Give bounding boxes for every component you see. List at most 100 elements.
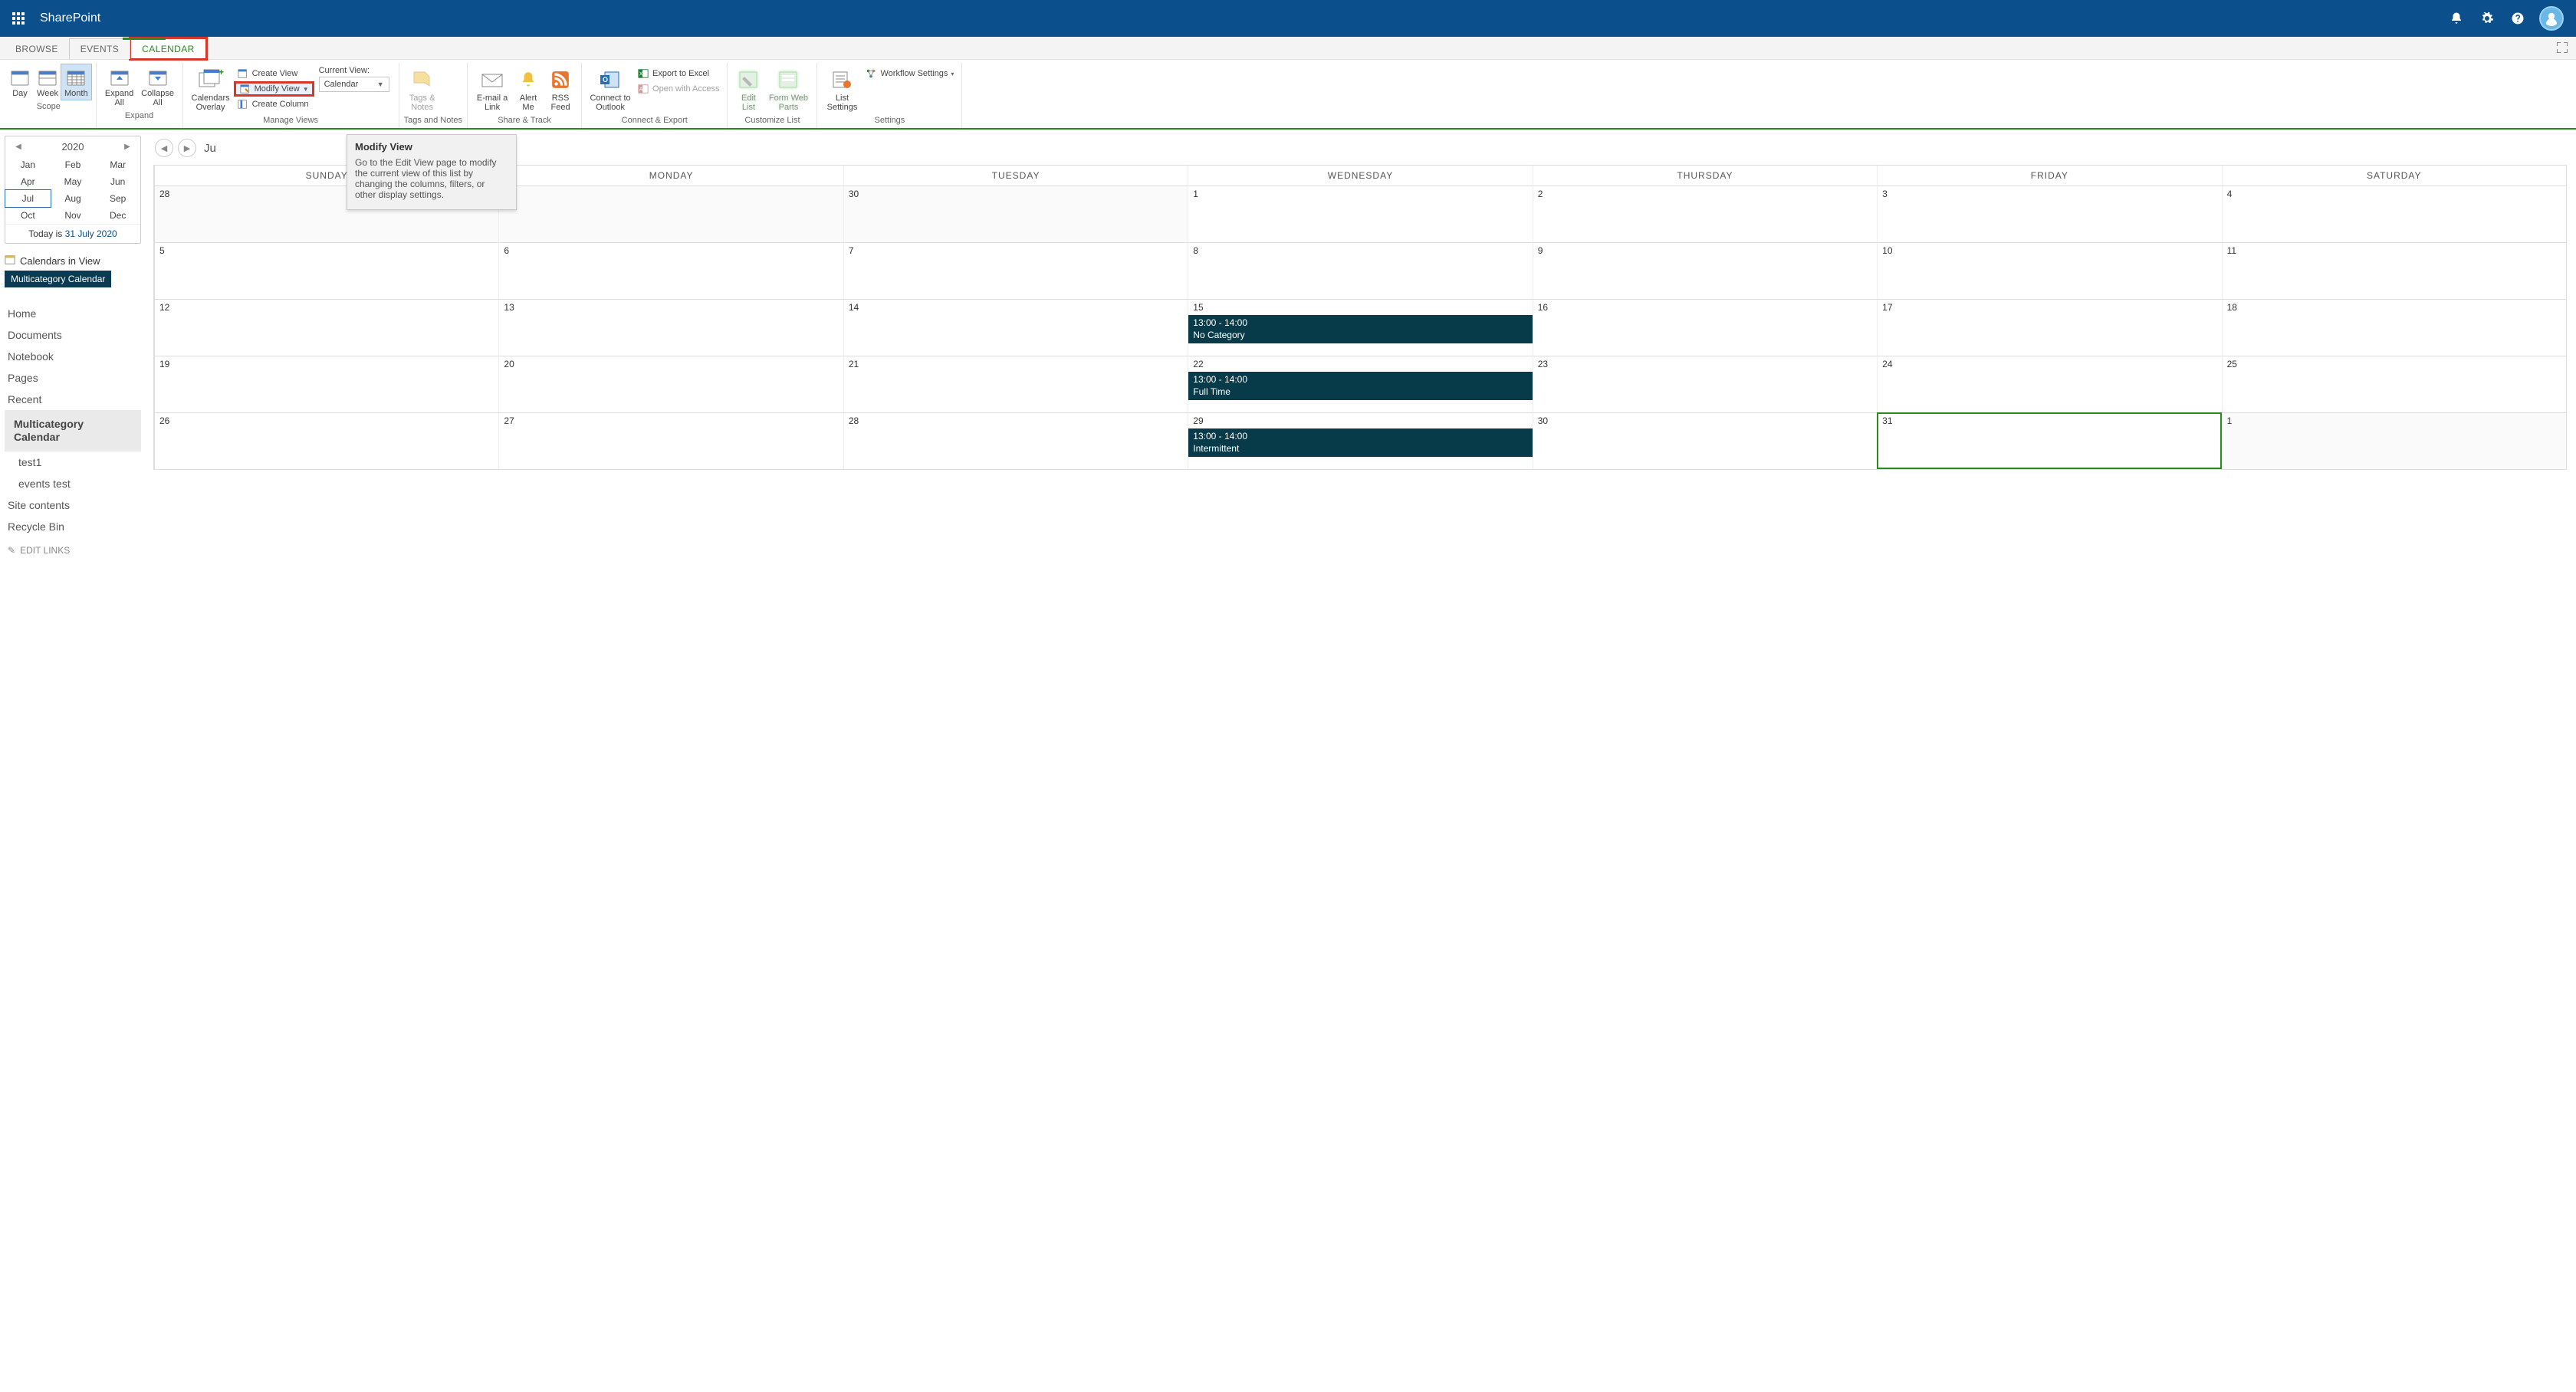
list-settings-button[interactable]: List Settings — [822, 64, 862, 113]
calendars-overlay-button[interactable]: + Calendars Overlay — [188, 64, 234, 113]
minical-month-sep[interactable]: Sep — [95, 190, 140, 207]
nav-notebook[interactable]: Notebook — [5, 346, 141, 367]
minical-next-button[interactable]: ▶ — [120, 140, 134, 153]
calendar-cell[interactable]: 23 — [1533, 356, 1877, 412]
nav-site-contents[interactable]: Site contents — [5, 494, 141, 516]
calendar-cell[interactable]: 27 — [498, 412, 843, 469]
svg-text:O: O — [603, 76, 608, 84]
expand-all-button[interactable]: Expand All — [101, 64, 138, 109]
modify-view-button[interactable]: Modify View ▼ — [234, 81, 314, 97]
calendar-cell[interactable]: 4 — [2222, 185, 2566, 242]
calendar-event[interactable]: 13:00 - 14:00Full Time — [1188, 372, 1532, 400]
calendar-cell[interactable]: 26 — [154, 412, 498, 469]
scope-week-button[interactable]: Week — [34, 64, 61, 100]
create-view-button[interactable]: Create View — [234, 66, 314, 81]
workflow-settings-button[interactable]: Workflow Settings ▾ — [862, 66, 957, 81]
calendar-cell[interactable]: 24 — [1877, 356, 2221, 412]
focus-content-icon[interactable] — [2556, 41, 2568, 54]
calendar-cell[interactable]: 19 — [154, 356, 498, 412]
day-number: 9 — [1538, 245, 1543, 256]
calendar-cell[interactable]: 29 — [498, 185, 843, 242]
collapse-all-button[interactable]: Collapse All — [138, 64, 178, 109]
calendar-cell[interactable]: 2213:00 - 14:00Full Time — [1188, 356, 1532, 412]
edit-links-button[interactable]: ✎EDIT LINKS — [5, 537, 141, 563]
connect-outlook-button[interactable]: O Connect to Outlook — [586, 64, 634, 113]
nav-documents[interactable]: Documents — [5, 324, 141, 346]
tags-notes-button[interactable]: Tags & Notes — [404, 64, 441, 113]
scope-day-button[interactable]: Day — [6, 64, 34, 100]
calendar-cell[interactable]: 21 — [843, 356, 1188, 412]
minical-month-may[interactable]: May — [51, 173, 96, 190]
tab-browse[interactable]: BROWSE — [5, 39, 69, 59]
help-icon[interactable] — [2502, 0, 2533, 37]
calendar-cell[interactable]: 31 — [1877, 412, 2221, 469]
minical-month-feb[interactable]: Feb — [51, 156, 96, 173]
nav-home[interactable]: Home — [5, 303, 141, 324]
calendar-cell[interactable]: 17 — [1877, 299, 2221, 356]
nav-pages[interactable]: Pages — [5, 367, 141, 389]
calendar-cell[interactable]: 12 — [154, 299, 498, 356]
calendar-cell[interactable]: 2 — [1533, 185, 1877, 242]
calendar-cell[interactable]: 13 — [498, 299, 843, 356]
calendar-cell[interactable]: 10 — [1877, 242, 2221, 299]
calendar-cell[interactable]: 18 — [2222, 299, 2566, 356]
calendar-cell[interactable]: 3 — [1877, 185, 2221, 242]
day-number: 31 — [1882, 415, 1892, 426]
create-column-button[interactable]: Create Column — [234, 97, 314, 112]
calendar-cell[interactable]: 30 — [1533, 412, 1877, 469]
gear-icon[interactable] — [2472, 0, 2502, 37]
minical-month-jan[interactable]: Jan — [5, 156, 51, 173]
minical-month-jul[interactable]: Jul — [5, 189, 51, 208]
minical-today[interactable]: Today is 31 July 2020 — [5, 224, 140, 243]
avatar[interactable] — [2539, 6, 2564, 31]
nav-events-test[interactable]: events test — [5, 473, 141, 494]
current-view-select[interactable]: Calendar ▼ — [319, 77, 389, 92]
export-excel-button[interactable]: X Export to Excel — [634, 66, 722, 81]
calendar-event[interactable]: 13:00 - 14:00No Category — [1188, 315, 1532, 343]
form-web-parts-button[interactable]: Form Web Parts — [764, 64, 812, 113]
minical-month-aug[interactable]: Aug — [51, 190, 96, 207]
cal-prev-button[interactable]: ◀ — [155, 139, 173, 157]
minical-month-nov[interactable]: Nov — [51, 207, 96, 224]
calendar-cell[interactable]: 9 — [1533, 242, 1877, 299]
minical-prev-button[interactable]: ◀ — [12, 140, 25, 153]
calendar-cell[interactable]: 2913:00 - 14:00Intermittent — [1188, 412, 1532, 469]
calendar-cell[interactable]: 8 — [1188, 242, 1532, 299]
scope-month-button[interactable]: Month — [61, 64, 91, 100]
calendar-cell[interactable]: 1513:00 - 14:00No Category — [1188, 299, 1532, 356]
email-link-button[interactable]: E-mail a Link — [472, 64, 512, 113]
rss-feed-button[interactable]: RSS Feed — [544, 64, 577, 113]
nav-recent[interactable]: Recent — [5, 389, 141, 410]
calendar-cell[interactable]: 30 — [843, 185, 1188, 242]
calendar-cell[interactable]: 16 — [1533, 299, 1877, 356]
tab-events[interactable]: EVENTS — [69, 38, 130, 59]
cal-next-button[interactable]: ▶ — [178, 139, 196, 157]
app-launcher-icon[interactable] — [6, 6, 31, 31]
calendar-cell[interactable]: 6 — [498, 242, 843, 299]
minical-month-jun[interactable]: Jun — [95, 173, 140, 190]
minical-month-oct[interactable]: Oct — [5, 207, 51, 224]
minical-month-dec[interactable]: Dec — [95, 207, 140, 224]
minical-month-apr[interactable]: Apr — [5, 173, 51, 190]
minical-month-mar[interactable]: Mar — [95, 156, 140, 173]
brand-label[interactable]: SharePoint — [40, 11, 100, 25]
calendar-overlay-badge[interactable]: Multicategory Calendar — [5, 271, 111, 287]
calendar-cell[interactable]: 28 — [843, 412, 1188, 469]
calendar-cell[interactable]: 1 — [2222, 412, 2566, 469]
open-access-button[interactable]: A Open with Access — [634, 81, 722, 97]
calendar-event[interactable]: 13:00 - 14:00Intermittent — [1188, 428, 1532, 457]
calendar-cell[interactable]: 1 — [1188, 185, 1532, 242]
calendar-cell[interactable]: 7 — [843, 242, 1188, 299]
calendar-cell[interactable]: 14 — [843, 299, 1188, 356]
alert-me-button[interactable]: Alert Me — [512, 64, 544, 113]
tab-calendar[interactable]: CALENDAR — [130, 38, 206, 59]
nav-test1[interactable]: test1 — [5, 451, 141, 473]
calendar-cell[interactable]: 25 — [2222, 356, 2566, 412]
notifications-icon[interactable] — [2441, 0, 2472, 37]
nav-selected[interactable]: Multicategory Calendar — [5, 410, 141, 451]
calendar-cell[interactable]: 11 — [2222, 242, 2566, 299]
edit-list-button[interactable]: Edit List — [732, 64, 764, 113]
nav-recycle-bin[interactable]: Recycle Bin — [5, 516, 141, 537]
calendar-cell[interactable]: 5 — [154, 242, 498, 299]
calendar-cell[interactable]: 20 — [498, 356, 843, 412]
